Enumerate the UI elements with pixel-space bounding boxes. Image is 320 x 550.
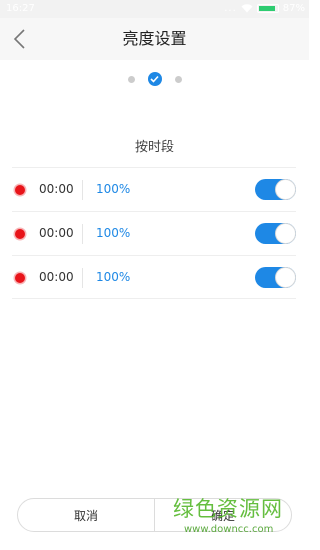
schedule-time[interactable]: 00:00 — [39, 182, 74, 196]
row-divider — [82, 268, 83, 288]
battery-level — [258, 6, 275, 11]
schedule-toggle[interactable] — [255, 179, 296, 200]
schedule-time[interactable]: 00:00 — [39, 270, 74, 284]
row-divider — [82, 224, 83, 244]
schedule-list: 00:00 100% 00:00 100% 00:00 100% — [12, 167, 296, 299]
schedule-toggle[interactable] — [255, 267, 296, 288]
schedule-brightness[interactable]: 100% — [96, 182, 130, 196]
step-active-check-icon — [147, 72, 162, 86]
signal-dots-icon: ... — [224, 3, 237, 14]
toggle-knob — [275, 223, 296, 244]
header: 亮度设置 — [0, 18, 309, 60]
schedule-brightness[interactable]: 100% — [96, 226, 130, 240]
section-label: 按时段 — [134, 140, 174, 155]
toggle-knob — [275, 267, 296, 288]
step-dot — [174, 75, 182, 83]
bottom-button-bar: 取消 确定 — [17, 498, 292, 532]
toggle-knob — [275, 179, 296, 200]
red-dot-icon — [15, 229, 25, 239]
step-indicator — [0, 71, 309, 87]
red-dot-icon — [15, 185, 25, 195]
row-divider — [82, 180, 83, 200]
schedule-brightness[interactable]: 100% — [96, 270, 130, 284]
page-title: 亮度设置 — [122, 29, 187, 48]
cancel-button[interactable]: 取消 — [18, 499, 154, 531]
schedule-time[interactable]: 00:00 — [39, 226, 74, 240]
schedule-toggle[interactable] — [255, 223, 296, 244]
red-dot-icon — [15, 273, 25, 283]
status-icons: ... 87% — [224, 3, 305, 14]
battery-icon — [256, 4, 279, 13]
battery-percent: 87% — [282, 3, 305, 14]
wifi-icon — [241, 4, 253, 13]
step-dot — [127, 75, 135, 83]
schedule-row[interactable]: 00:00 100% — [12, 211, 296, 255]
confirm-button[interactable]: 确定 — [154, 499, 291, 531]
schedule-row[interactable]: 00:00 100% — [12, 255, 296, 299]
status-time: 16:27 — [6, 3, 35, 14]
status-bar: 16:27 ... 87% — [0, 0, 309, 18]
schedule-row[interactable]: 00:00 100% — [12, 167, 296, 211]
